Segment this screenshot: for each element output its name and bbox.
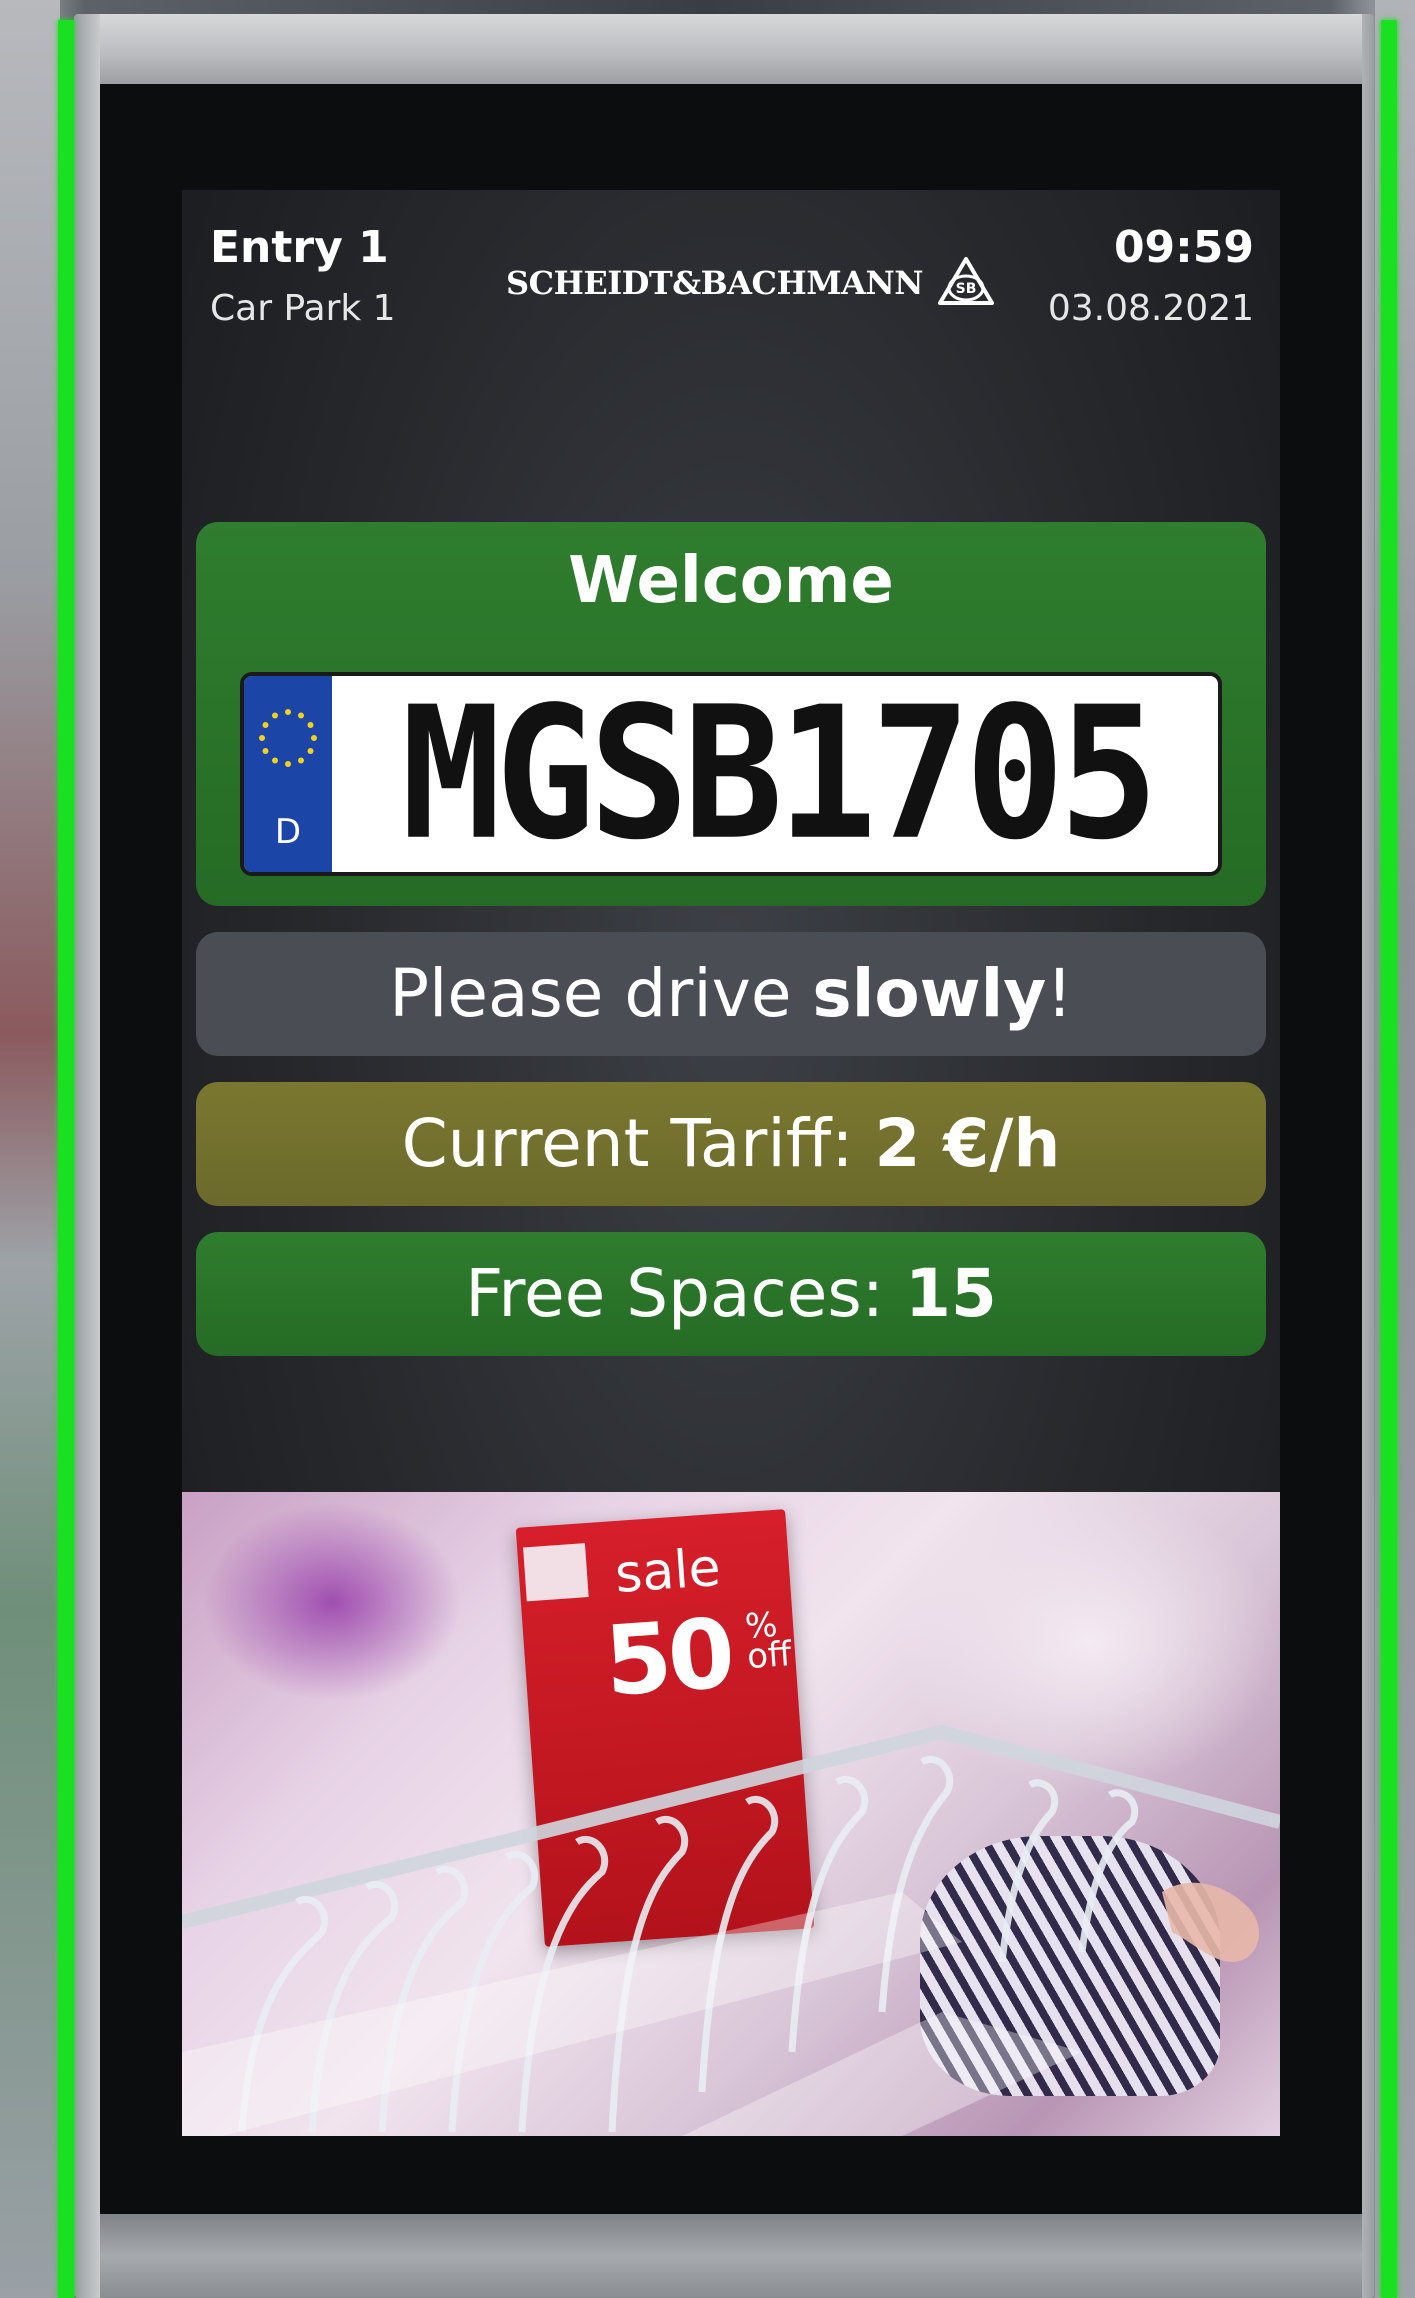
tariff-value: 2 €/h	[874, 1105, 1061, 1182]
svg-text:SB: SB	[956, 281, 977, 297]
welcome-title: Welcome	[568, 544, 894, 618]
brand-name: SCHEIDT&BACHMANN	[506, 264, 923, 302]
drive-suffix: !	[1046, 955, 1073, 1032]
eu-stars-icon	[259, 709, 317, 767]
drive-emphasis: slowly	[812, 955, 1047, 1032]
eu-band: D	[244, 676, 332, 872]
parking-terminal: Entry 1 Car Park 1 SCHEIDT&BACHMANN SB 0…	[0, 0, 1415, 2298]
entry-title: Entry 1	[210, 222, 389, 273]
frame-top	[100, 14, 1362, 84]
car-park-name: Car Park 1	[210, 288, 396, 329]
frame-bottom	[100, 2214, 1362, 2298]
plate-number: MGSB1705	[401, 672, 1159, 876]
tariff-message: Current Tariff: 2 €/h	[196, 1082, 1266, 1206]
spaces-label: Free Spaces:	[465, 1255, 905, 1332]
welcome-panel: Welcome D MGSB1705	[196, 522, 1266, 906]
background-blur-left	[0, 0, 60, 2298]
drive-prefix: Please drive	[389, 955, 813, 1032]
hanger-rack-icon	[182, 1724, 1280, 2136]
plate-country: D	[274, 812, 302, 852]
spaces-value: 15	[904, 1255, 997, 1332]
clock-time: 09:59	[1113, 222, 1254, 273]
display-screen: Entry 1 Car Park 1 SCHEIDT&BACHMANN SB 0…	[182, 190, 1280, 2136]
status-light-left	[58, 20, 74, 2298]
tariff-label: Current Tariff:	[401, 1105, 875, 1182]
clock-date: 03.08.2021	[1047, 288, 1254, 329]
free-spaces-message: Free Spaces: 15	[196, 1232, 1266, 1356]
status-light-right	[1381, 20, 1397, 2298]
drive-slowly-message: Please drive slowly!	[196, 932, 1266, 1056]
sb-logo-icon: SB	[937, 256, 995, 310]
license-plate: D MGSB1705	[240, 672, 1222, 876]
header: Entry 1 Car Park 1 SCHEIDT&BACHMANN SB 0…	[182, 190, 1280, 390]
brand: SCHEIDT&BACHMANN SB	[506, 256, 995, 310]
advertisement-image: sale 50 % off	[182, 1492, 1280, 2136]
